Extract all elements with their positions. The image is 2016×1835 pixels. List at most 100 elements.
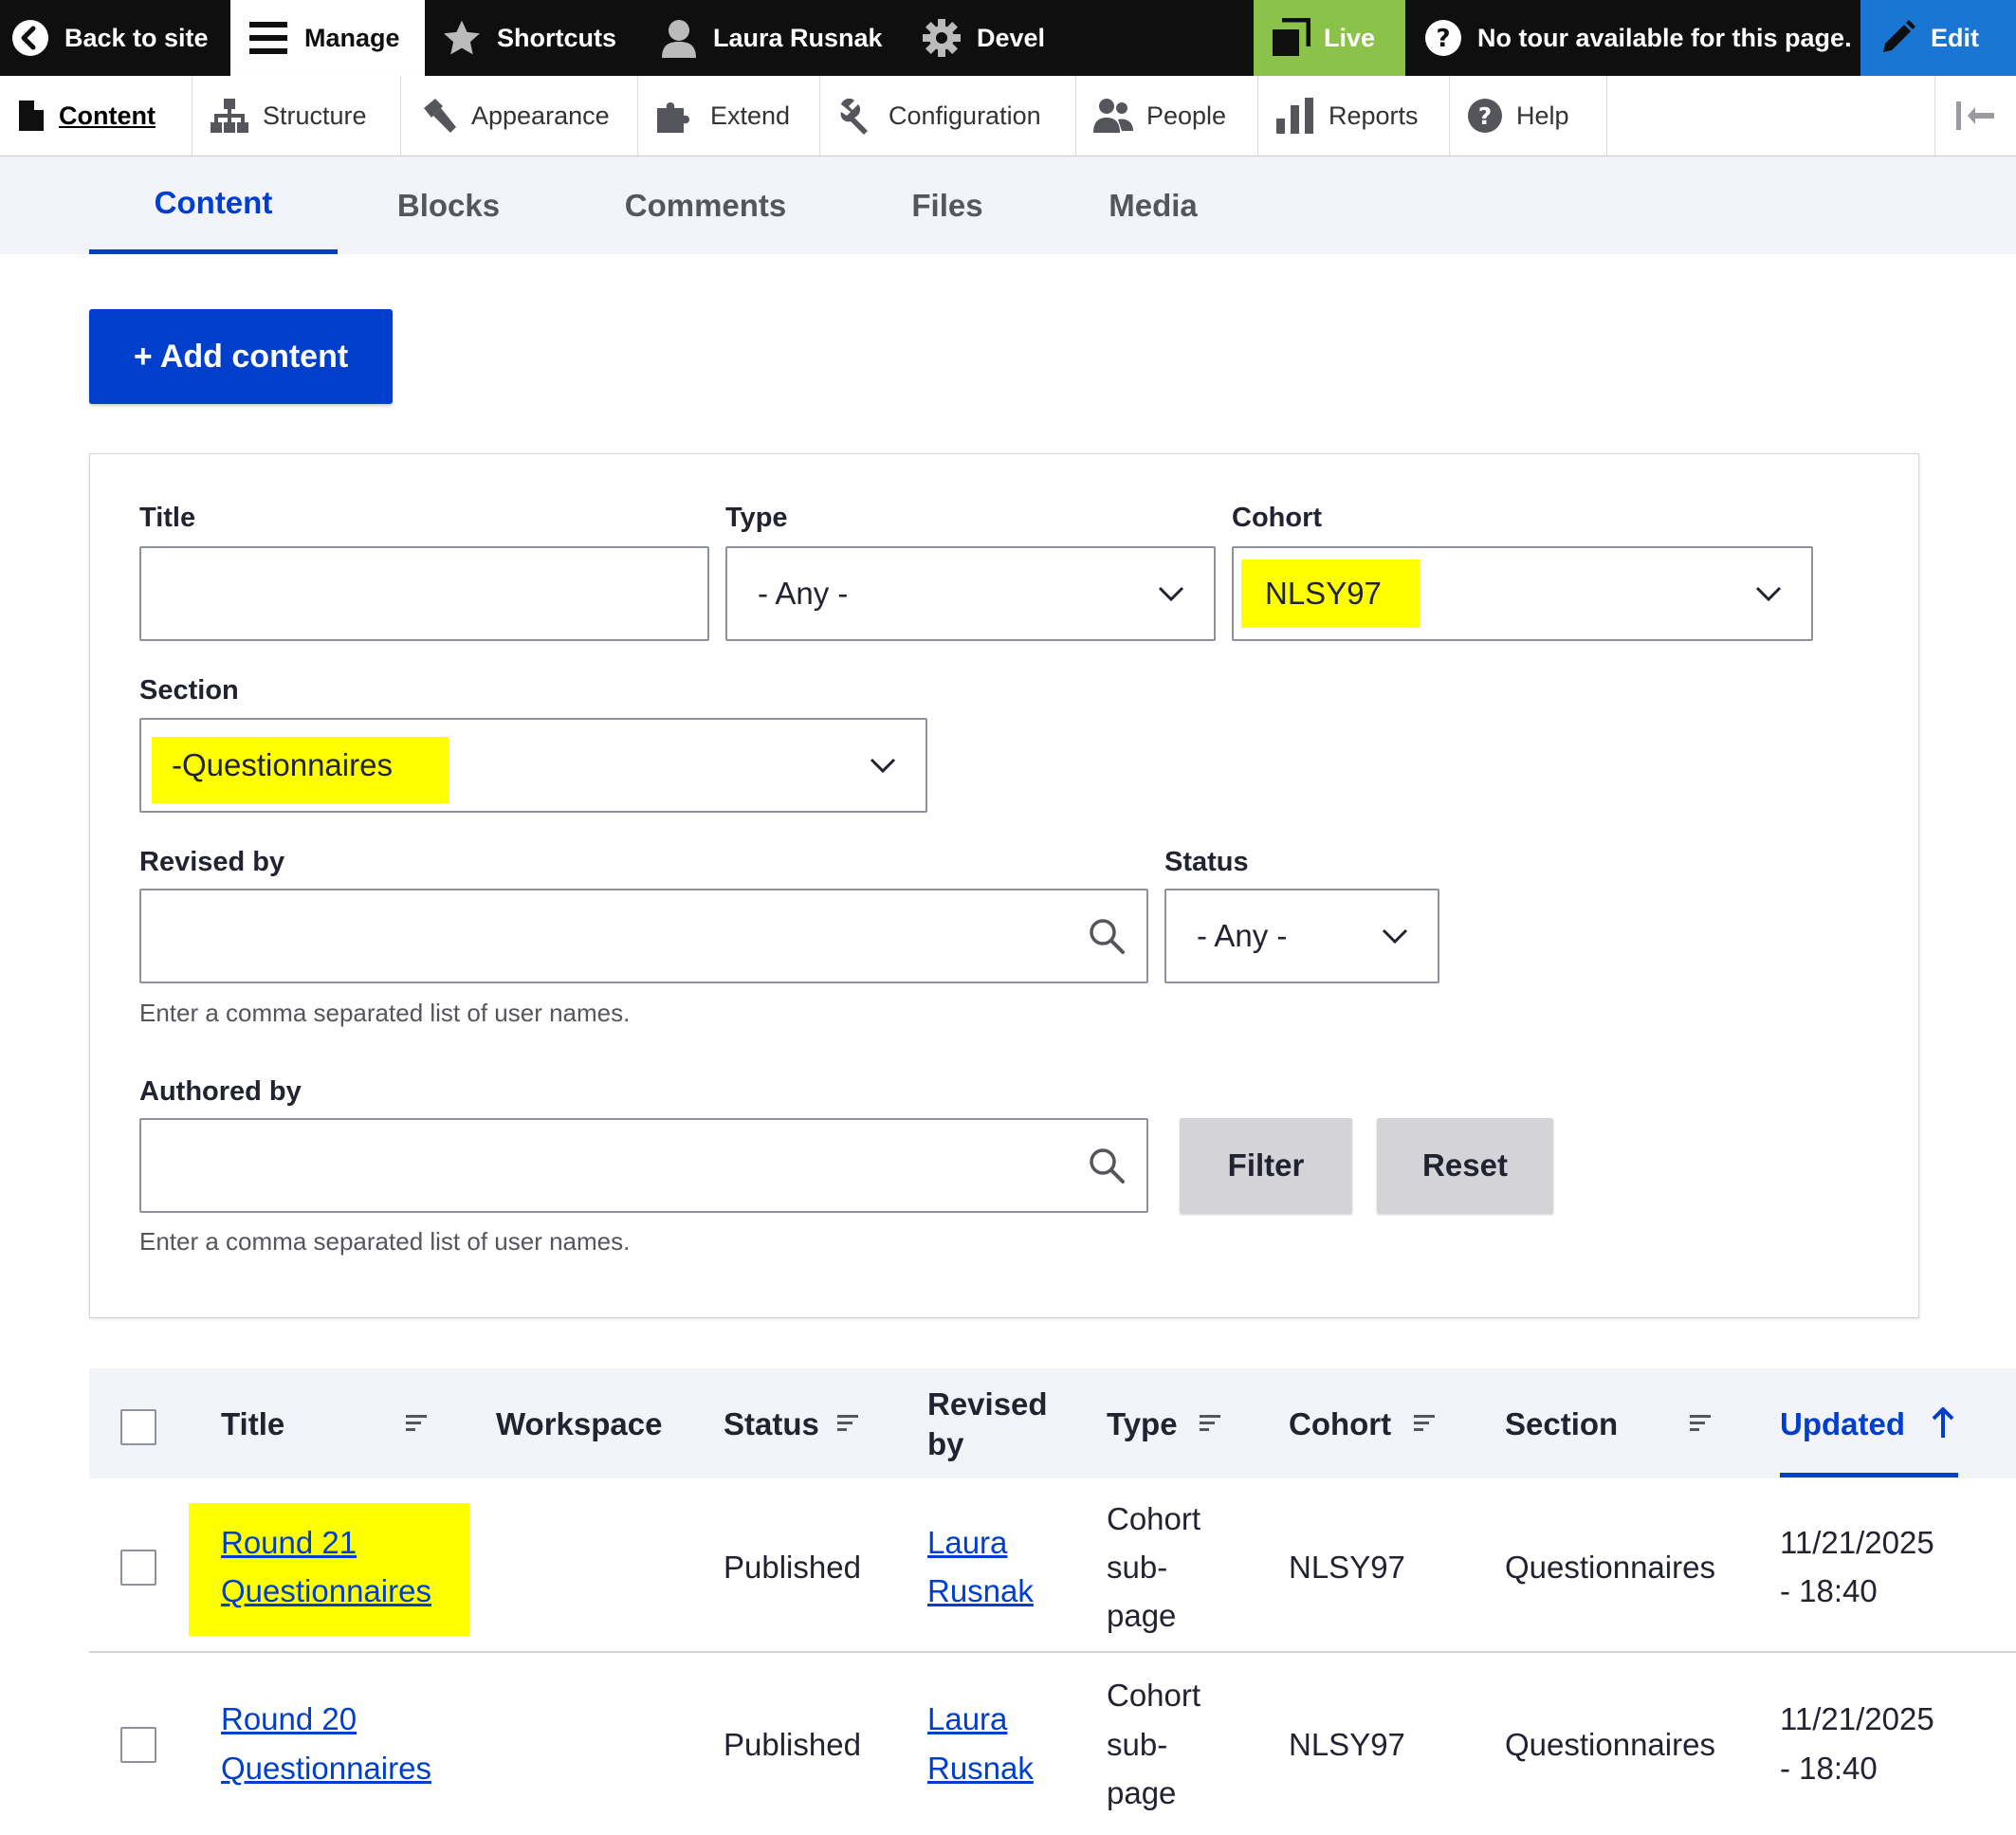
live-label: Live [1324,23,1376,52]
column-header-cohort[interactable]: Cohort [1289,1405,1391,1443]
document-icon [19,101,44,131]
status-filter-select[interactable]: - Any - [1164,889,1439,983]
row-revised-by-link[interactable]: Laura [927,1696,1007,1743]
tab-comments[interactable]: Comments [599,156,812,254]
row-select-checkbox[interactable] [120,1550,156,1586]
edit-label: Edit [1931,23,1979,52]
sort-icon[interactable] [406,1413,429,1434]
row-divider [89,1651,2016,1653]
tab-content[interactable]: Content [89,156,338,254]
row-title-link[interactable]: Round 20 [221,1696,357,1743]
tour-tab[interactable]: ? No tour available for this page. [1424,0,1852,76]
workspace-live-tab[interactable]: Live [1254,0,1405,76]
row-section: Questionnaires [1505,1727,1715,1762]
tray-label-structure: Structure [263,101,367,130]
row-title-link[interactable]: Questionnaires [221,1568,431,1615]
tray-item-people[interactable]: People [1076,76,1258,156]
search-icon [1090,919,1125,954]
svg-text:?: ? [1436,25,1450,53]
row-select-checkbox[interactable] [120,1727,156,1763]
section-filter-select[interactable]: -Questionnaires [139,718,927,813]
column-header-status[interactable]: Status [724,1405,819,1443]
row-updated: 11/21/2025 [1780,1701,1934,1736]
row-title-link[interactable]: Round 21 [221,1519,357,1567]
title-filter-input[interactable] [139,546,709,641]
type-selected-value: - Any - [758,576,849,611]
row-revised-by-link[interactable]: Laura [927,1519,1007,1567]
active-sort-underline [1780,1473,1958,1477]
user-icon [662,20,696,58]
row-revised-by-link[interactable]: Rusnak [927,1568,1034,1615]
row-type: page [1107,1598,1177,1633]
authored-by-filter-label: Authored by [139,1076,302,1107]
admin-tray: Content Structure Appearance Extend Conf… [0,76,2016,156]
search-icon [1090,1148,1125,1184]
devel-tab[interactable]: Devel [922,0,1045,76]
sort-ascending-arrow-icon[interactable] [1931,1407,1955,1440]
chevron-down-icon [1158,586,1184,602]
revised-by-filter-input[interactable] [139,889,1148,983]
shortcuts-tab[interactable]: Shortcuts [442,0,616,76]
sort-icon[interactable] [1414,1413,1437,1434]
tab-media[interactable]: Media [1073,156,1233,254]
tour-label: No tour available for this page. [1477,23,1852,52]
row-type: sub- [1107,1550,1168,1585]
tray-collapse-button[interactable] [1934,76,2016,156]
row-revised-by-link[interactable]: Rusnak [927,1745,1034,1792]
help-icon: ? [1468,99,1502,133]
tray-label-configuration: Configuration [889,101,1041,130]
user-tab[interactable]: Laura Rusnak [660,0,883,76]
row-type: sub- [1107,1727,1168,1762]
back-to-site-link[interactable]: Back to site [11,0,209,76]
tray-label-reports: Reports [1329,101,1419,130]
column-header-revised-by-line1: Revised [927,1386,1048,1422]
tray-item-reports[interactable]: Reports [1258,76,1450,156]
row-section: Questionnaires [1505,1550,1715,1585]
row-cohort: NLSY97 [1289,1727,1405,1762]
reset-button[interactable]: Reset [1377,1118,1553,1213]
cohort-filter-select[interactable]: NLSY97 [1232,546,1813,641]
tray-item-structure[interactable]: Structure [192,76,401,156]
column-header-type[interactable]: Type [1107,1405,1178,1443]
chevron-down-icon [870,758,896,774]
add-content-button[interactable]: + Add content [89,309,393,404]
row-cohort: NLSY97 [1289,1550,1405,1585]
svg-text:?: ? [1478,102,1493,130]
chevron-down-icon [1382,928,1408,945]
tab-files[interactable]: Files [876,156,1018,254]
select-all-checkbox[interactable] [120,1409,156,1445]
row-title-link[interactable]: Questionnaires [221,1745,431,1792]
back-to-site-label: Back to site [64,23,209,52]
devel-label: Devel [977,23,1046,52]
tray-item-content[interactable]: Content [0,76,192,156]
column-header-title[interactable]: Title [221,1405,284,1443]
star-icon [444,20,480,55]
column-header-section[interactable]: Section [1505,1405,1618,1443]
edit-button[interactable]: Edit [1860,0,2016,76]
tray-item-help[interactable]: ? Help [1450,76,1607,156]
type-filter-select[interactable]: - Any - [725,546,1216,641]
sort-icon[interactable] [1690,1413,1713,1434]
question-icon: ? [1425,20,1461,56]
tab-blocks[interactable]: Blocks [362,156,535,254]
sort-icon[interactable] [837,1413,860,1434]
tray-item-appearance[interactable]: Appearance [401,76,638,156]
tray-label-content: Content [59,101,156,130]
sort-icon[interactable] [1200,1413,1222,1434]
authored-by-help-text: Enter a comma separated list of user nam… [139,1227,631,1256]
column-header-updated[interactable]: Updated [1780,1405,1905,1443]
row-status: Published [724,1727,861,1762]
cohort-filter-label: Cohort [1232,503,1323,533]
manage-tab[interactable]: Manage [230,0,425,76]
bar-chart-icon [1276,98,1313,134]
filter-button[interactable]: Filter [1180,1118,1352,1213]
tray-item-extend[interactable]: Extend [638,76,820,156]
people-icon [1093,99,1133,133]
admin-toolbar: Back to site Manage Shortcuts Laura Rusn… [0,0,2016,76]
chevron-down-icon [1755,586,1782,602]
title-filter-label: Title [139,503,196,533]
manage-label: Manage [304,23,400,52]
puzzle-icon [657,102,689,133]
tray-item-configuration[interactable]: Configuration [820,76,1076,156]
authored-by-filter-input[interactable] [139,1118,1148,1213]
